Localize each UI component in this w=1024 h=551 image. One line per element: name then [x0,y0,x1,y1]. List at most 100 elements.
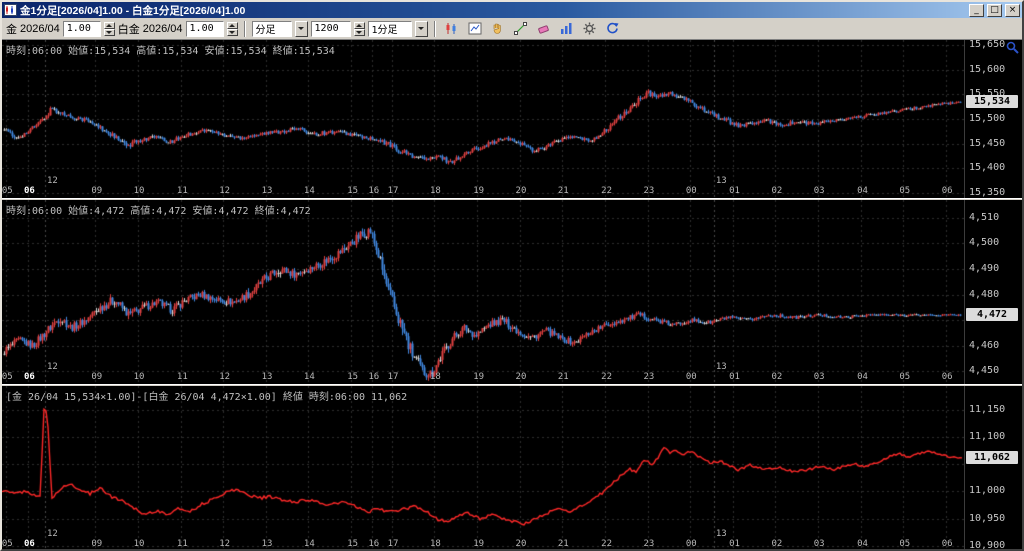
gold-multiplier-input[interactable]: 1.00 [62,20,101,37]
x-axis-hour-label: 05 [2,539,13,549]
interval-dropdown-button[interactable] [414,20,428,37]
x-axis-hour-label: 19 [473,372,485,382]
x-axis-hour-label: 11 [176,372,188,382]
step-down-button[interactable] [353,28,365,36]
y-axis-label: 15,500 [969,113,1006,124]
period-type-dropdown-button[interactable] [294,20,308,37]
date-marker-label: 13 [715,529,727,539]
platinum-candlestick-canvas[interactable] [2,200,964,384]
x-axis-hour-label: 15 [347,372,359,382]
eraser-icon[interactable] [533,20,554,37]
gold-ohlc-readout: 時刻:06:00 始値:15,534 高値:15,534 安値:15,534 終… [6,46,335,57]
x-axis-hour-label: 03 [813,372,825,382]
title-bar[interactable]: 金1分足[2026/04]1.00 - 白金1分足[2026/04]1.00 _… [2,2,1022,18]
y-axis-label: 11,100 [969,431,1006,443]
gold-contract-label: 2026/04 [20,22,60,35]
gear-icon[interactable] [579,20,600,37]
hand-icon[interactable] [487,20,508,37]
x-axis-hour-label: 06 [23,539,35,549]
x-axis-hour-label: 10 [133,372,145,382]
x-axis-hour-label: 06 [941,539,953,549]
spread-plot[interactable]: [金 26/04 15,534×1.00]-[白金 26/04 4,472×1.… [2,386,964,549]
close-button[interactable]: × [1005,3,1020,17]
y-axis-label: 11,000 [969,485,1006,497]
x-axis-hour-label: 15 [347,539,359,549]
separator [433,20,436,37]
y-axis-label: 4,460 [969,339,1000,351]
y-axis-label: 10,900 [969,539,1006,551]
y-axis-label: 15,600 [969,63,1006,75]
chart-window: 金1分足[2026/04]1.00 - 白金1分足[2026/04]1.00 _… [0,0,1024,551]
y-axis-label: 10,950 [969,512,1006,524]
date-marker-label: 13 [715,176,727,186]
y-axis-label: 4,450 [969,365,1000,377]
platinum-contract-label: 2026/04 [142,22,183,35]
y-axis-label: 4,480 [969,288,1000,300]
step-up-button[interactable] [353,21,365,29]
step-down-button[interactable] [226,28,238,36]
x-axis-hour-label: 21 [557,372,569,382]
x-axis-hour-label: 14 [303,186,315,196]
x-axis-hour-label: 13 [261,186,273,196]
bar-count-stepper[interactable] [353,21,365,36]
x-axis-hour-label: 14 [303,372,315,382]
x-axis-hour-label: 15 [347,186,359,196]
x-axis-hour-label: 16 [368,186,380,196]
x-axis-hour-label: 10 [133,186,145,196]
x-axis-hour-label: 05 [2,186,13,196]
y-axis-label: 11,150 [969,404,1006,416]
window-title: 金1分足[2026/04]1.00 - 白金1分足[2026/04]1.00 [20,4,246,17]
x-axis-hour-label: 22 [601,186,613,196]
x-axis-hour-label: 17 [387,372,399,382]
refresh-icon[interactable] [602,20,623,37]
x-axis-hour-label: 04 [857,186,868,196]
platinum-plot[interactable]: 時刻:06:00 始値:4,472 高値:4,472 安値:4,472 終値:4… [2,200,964,384]
x-axis-hour-label: 20 [515,539,527,549]
x-axis-hour-label: 23 [643,372,655,382]
platinum-y-axis: 4,472 4,510 4,500 4,490 4,480 4,460 4,450 [964,200,1022,384]
platinum-multiplier-stepper[interactable] [226,21,238,36]
chart-window-icon[interactable] [464,20,485,37]
gold-plot[interactable]: 時刻:06:00 始値:15,534 高値:15,534 安値:15,534 終… [2,40,964,198]
x-axis-hour-label: 02 [771,372,783,382]
x-axis-hour-label: 12 [219,372,231,382]
minimize-button[interactable]: _ [969,3,984,17]
step-up-button[interactable] [226,21,238,29]
platinum-chart-panel: 時刻:06:00 始値:4,472 高値:4,472 安値:4,472 終値:4… [2,200,1022,384]
chart-area: 時刻:06:00 始値:15,534 高値:15,534 安値:15,534 終… [2,40,1022,551]
x-axis-hour-label: 16 [368,539,380,549]
x-axis-hour-label: 09 [91,372,103,382]
y-axis-label: 15,450 [969,137,1006,149]
gold-candlestick-canvas[interactable] [2,40,964,198]
step-down-button[interactable] [103,28,115,36]
x-axis-hour-label: 01 [729,372,740,382]
bar-count-input[interactable]: 1200 [310,20,351,37]
step-up-button[interactable] [103,21,115,29]
x-axis-hour-label: 09 [91,186,103,196]
candlestick-chart-icon[interactable] [441,20,462,37]
x-axis-hour-label: 20 [515,186,527,196]
maximize-button[interactable]: □ [987,3,1002,17]
trendline-icon[interactable] [510,20,531,37]
interval-combobox[interactable]: 1分足 [367,20,412,37]
x-axis-hour-label: 05 [899,186,911,196]
spread-readout: [金 26/04 15,534×1.00]-[白金 26/04 4,472×1.… [6,392,408,403]
gold-multiplier-stepper[interactable] [103,21,115,36]
x-axis-hour-label: 04 [857,372,868,382]
x-axis-hour-label: 11 [176,186,188,196]
x-axis-hour-label: 02 [771,539,783,549]
spread-line-canvas[interactable] [2,386,964,549]
date-marker-label: 13 [715,362,727,372]
magnifier-icon[interactable] [1006,41,1019,59]
x-axis-hour-label: 02 [771,186,783,196]
histogram-icon[interactable] [556,20,577,37]
x-axis-hour-label: 05 [899,372,911,382]
x-axis-hour-label: 23 [643,539,655,549]
x-axis-hour-label: 05 [2,372,13,382]
x-axis-hour-label: 18 [429,539,441,549]
spread-last-price-badge: 11,062 [966,450,1018,464]
period-type-combobox[interactable]: 分足 [251,20,292,37]
x-axis-hour-label: 09 [91,539,103,549]
x-axis-hour-label: 05 [899,539,911,549]
platinum-multiplier-input[interactable]: 1.00 [185,20,224,37]
